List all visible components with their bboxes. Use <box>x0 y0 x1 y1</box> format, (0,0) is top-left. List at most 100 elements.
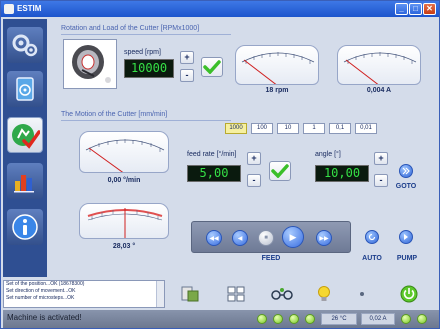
increment-10[interactable]: 10 <box>277 123 299 134</box>
feed-rate-confirm-button[interactable] <box>269 161 291 181</box>
chart-icon <box>14 175 34 193</box>
backward-button[interactable]: ◀ <box>232 230 248 246</box>
sidebar <box>3 19 47 277</box>
checkmark-icon <box>271 164 289 178</box>
angle-gauge <box>79 203 169 239</box>
feed-rate-label: feed rate [°/min] <box>187 151 237 158</box>
status-led <box>401 314 411 324</box>
window-title: ESTIM <box>17 4 42 13</box>
sidebar-item-device[interactable] <box>7 71 43 107</box>
speed-display: 10000 <box>124 59 174 78</box>
log-panel[interactable]: Set of the position...OK (18678300) Set … <box>3 280 165 308</box>
current-gauge <box>337 45 421 85</box>
rotation-header: Rotation and Load of the Cutter [RPMx100… <box>61 25 200 32</box>
glasses-icon <box>271 288 293 300</box>
rpm-gauge <box>235 45 319 85</box>
grid-icon <box>227 286 245 302</box>
angle-gauge-value: 28,03 ° <box>112 243 136 250</box>
light-tool-button[interactable] <box>313 282 335 306</box>
status-led <box>257 314 267 324</box>
fast-forward-button[interactable]: ▶▶ <box>316 230 332 246</box>
main-panel: Rotation and Load of the Cutter [RPMx100… <box>49 19 438 277</box>
speed-plus-button[interactable]: + <box>180 51 194 64</box>
pump-icon <box>404 234 408 240</box>
angle-display: 10,00 <box>315 165 369 182</box>
forward-icon <box>402 167 410 175</box>
feed-label: FEED <box>261 255 281 262</box>
pump-label: PUMP <box>396 255 418 262</box>
increment-0-01[interactable]: 0,01 <box>355 123 377 134</box>
checkmark-icon <box>203 60 221 74</box>
app-icon <box>4 4 14 14</box>
increment-0-1[interactable]: 0,1 <box>329 123 351 134</box>
power-button[interactable] <box>397 282 421 306</box>
status-led <box>289 314 299 324</box>
sidebar-item-settings[interactable] <box>7 27 43 63</box>
pump-button[interactable] <box>399 230 413 244</box>
current-value: 0,004 A <box>366 87 392 94</box>
divider <box>61 34 231 35</box>
rpm-value: 18 rpm <box>265 87 289 94</box>
gears-icon <box>12 34 38 57</box>
log-line: Set number of microsteps...OK <box>6 295 75 301</box>
feed-rate-minus-button[interactable]: - <box>247 174 261 187</box>
export-tool-button[interactable] <box>177 282 203 306</box>
increment-1000[interactable]: 1000 <box>225 123 247 134</box>
status-led <box>417 314 427 324</box>
glasses-tool-button[interactable] <box>267 282 297 306</box>
status-message: Machine is activated! <box>7 313 82 322</box>
feed-needle <box>88 147 124 172</box>
grid-tool-button[interactable] <box>223 282 249 306</box>
increment-100[interactable]: 100 <box>251 123 273 134</box>
log-scrollbar[interactable] <box>156 281 164 307</box>
sidebar-item-info[interactable] <box>7 209 43 245</box>
sidebar-item-motion[interactable] <box>7 117 43 153</box>
main-window: ESTIM _ □ ✕ Rotation and Load of the Cut… <box>0 0 440 329</box>
feed-rate-display: 5,00 <box>187 165 241 182</box>
status-led <box>273 314 283 324</box>
speed-minus-button[interactable]: - <box>180 69 194 82</box>
feed-gauge <box>79 131 169 173</box>
refresh-icon <box>368 233 376 241</box>
feed-rate-plus-button[interactable]: + <box>247 152 261 165</box>
log-line: Set of the position...OK (18678300) <box>6 281 85 287</box>
sidebar-item-statistics[interactable] <box>7 163 43 199</box>
dot-icon <box>360 292 364 296</box>
speed-label: speed [rpm] <box>124 49 161 56</box>
info-icon <box>12 214 38 240</box>
speed-confirm-button[interactable] <box>201 57 223 77</box>
feed-gauge-value: 0,00 °/min <box>107 177 141 184</box>
angle-label: angle [°] <box>315 151 341 158</box>
stop-icon: ■ <box>264 235 268 241</box>
feed-controls: ◀◀ ◀ ■ ▶ ▶▶ <box>191 221 351 253</box>
play-icon: ▶ <box>289 231 297 242</box>
lightbulb-icon <box>318 286 330 301</box>
goto-label: GOTO <box>395 183 417 190</box>
motion-check-icon <box>12 124 40 149</box>
status-led <box>305 314 315 324</box>
maximize-button[interactable]: □ <box>409 3 422 15</box>
fast-backward-button[interactable]: ◀◀ <box>206 230 222 246</box>
close-button[interactable]: ✕ <box>423 3 436 15</box>
increment-1[interactable]: 1 <box>303 123 325 134</box>
goto-button[interactable] <box>399 164 413 178</box>
motion-header: The Motion of the Cutter [mm/min] <box>61 111 168 118</box>
angle-minus-button[interactable]: - <box>374 174 388 187</box>
rpm-needle <box>243 59 277 84</box>
export-icon <box>181 286 199 302</box>
auto-button[interactable] <box>365 230 379 244</box>
forward-button[interactable]: ▶ <box>282 226 304 248</box>
auto-label: AUTO <box>362 255 382 262</box>
divider <box>61 120 231 121</box>
fast-backward-icon: ◀◀ <box>209 235 219 242</box>
angle-plus-button[interactable]: + <box>374 152 388 165</box>
temperature-field: 26 °C <box>321 313 357 325</box>
fast-forward-icon: ▶▶ <box>319 235 329 242</box>
current-field: 0,02 A <box>361 313 395 325</box>
current-needle <box>345 59 379 84</box>
cutter-motor-icon <box>64 40 116 88</box>
log-line: Set direction of movement...OK <box>6 288 76 294</box>
cutter-image <box>63 39 117 89</box>
stop-button[interactable]: ■ <box>258 230 274 246</box>
minimize-button[interactable]: _ <box>395 3 408 15</box>
